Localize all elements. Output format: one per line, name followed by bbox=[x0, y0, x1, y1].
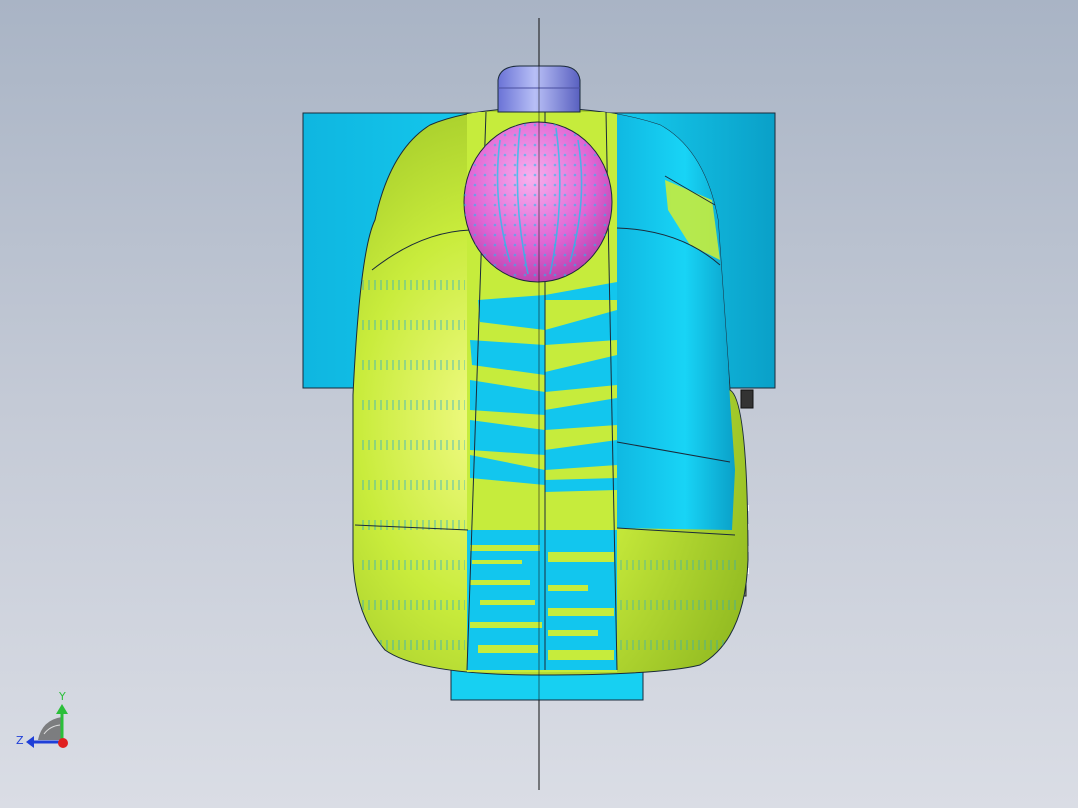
x-axis-dot bbox=[58, 738, 68, 748]
y-axis-label: Y bbox=[58, 690, 66, 703]
pink-sphere bbox=[463, 121, 613, 283]
model-render[interactable]: Y Z bbox=[0, 0, 1078, 808]
3d-viewport[interactable]: Y Z bbox=[0, 0, 1078, 808]
orientation-triad: Y Z bbox=[16, 690, 68, 748]
z-axis-label: Z bbox=[16, 734, 24, 747]
